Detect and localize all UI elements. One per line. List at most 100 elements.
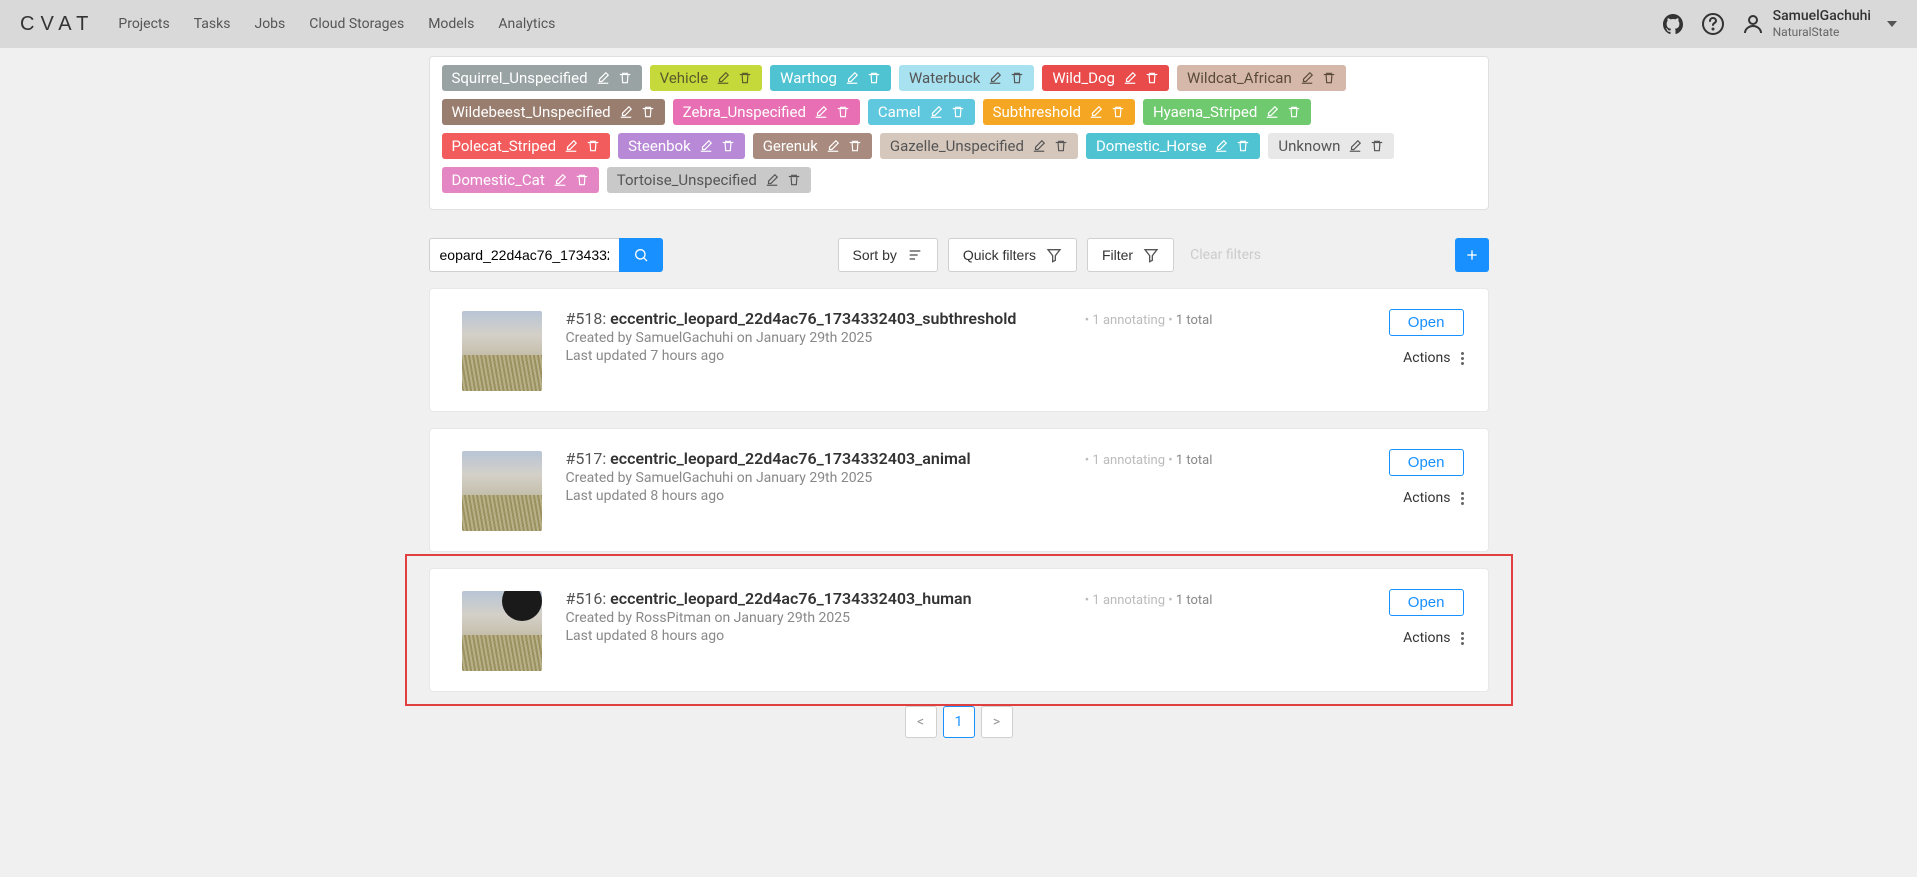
label-text: Tortoise_Unspecified xyxy=(617,171,757,189)
edit-icon[interactable] xyxy=(1300,71,1314,85)
logo[interactable]: CVAT xyxy=(20,13,94,36)
trash-icon[interactable] xyxy=(1322,71,1336,85)
edit-icon[interactable] xyxy=(1032,139,1046,153)
trash-icon[interactable] xyxy=(738,71,752,85)
user-menu[interactable]: SamuelGachuhi NaturalState xyxy=(1741,8,1897,39)
task-title[interactable]: #518: eccentric_leopard_22d4ac76_1734332… xyxy=(566,309,1061,328)
edit-icon[interactable] xyxy=(553,173,567,187)
trash-icon[interactable] xyxy=(575,173,589,187)
label-text: Wild_Dog xyxy=(1052,69,1115,87)
help-icon[interactable] xyxy=(1701,12,1725,36)
github-icon[interactable] xyxy=(1661,12,1685,36)
edit-icon[interactable] xyxy=(564,139,578,153)
nav-jobs[interactable]: Jobs xyxy=(254,16,285,32)
label-text: Subthreshold xyxy=(993,103,1081,121)
nav-analytics[interactable]: Analytics xyxy=(498,16,555,32)
trash-icon[interactable] xyxy=(1010,71,1024,85)
edit-icon[interactable] xyxy=(929,105,943,119)
stat-total: 1 total xyxy=(1176,593,1213,608)
edit-icon[interactable] xyxy=(1214,139,1228,153)
task-info: #516: eccentric_leopard_22d4ac76_1734332… xyxy=(566,589,1061,644)
edit-icon[interactable] xyxy=(988,71,1002,85)
trash-icon[interactable] xyxy=(836,105,850,119)
quick-filters-button[interactable]: Quick filters xyxy=(948,238,1077,272)
trash-icon[interactable] xyxy=(641,105,655,119)
open-button[interactable]: Open xyxy=(1389,449,1464,476)
task-thumbnail[interactable] xyxy=(462,591,542,671)
trash-icon[interactable] xyxy=(618,71,632,85)
edit-icon[interactable] xyxy=(1348,139,1362,153)
trash-icon[interactable] xyxy=(1287,105,1301,119)
trash-icon[interactable] xyxy=(1236,139,1250,153)
pagination: < 1 > xyxy=(429,706,1489,758)
main-content: Squirrel_UnspecifiedVehicleWarthogWaterb… xyxy=(409,56,1509,758)
page-prev[interactable]: < xyxy=(905,706,937,738)
trash-icon[interactable] xyxy=(867,71,881,85)
edit-icon[interactable] xyxy=(826,139,840,153)
label-chip: Hyaena_Striped xyxy=(1143,99,1311,125)
task-stats: • 1 annotating • 1 total xyxy=(1085,589,1365,608)
trash-icon[interactable] xyxy=(1145,71,1159,85)
label-chip: Camel xyxy=(868,99,975,125)
nav-projects[interactable]: Projects xyxy=(118,16,169,32)
sort-by-button[interactable]: Sort by xyxy=(838,238,938,272)
label-chip: Zebra_Unspecified xyxy=(673,99,860,125)
page-next[interactable]: > xyxy=(981,706,1013,738)
search-button[interactable] xyxy=(619,238,663,272)
label-text: Domestic_Cat xyxy=(452,171,545,189)
trash-icon[interactable] xyxy=(951,105,965,119)
trash-icon[interactable] xyxy=(1054,139,1068,153)
edit-icon[interactable] xyxy=(1265,105,1279,119)
page-1[interactable]: 1 xyxy=(943,706,975,738)
edit-icon[interactable] xyxy=(699,139,713,153)
task-card: #516: eccentric_leopard_22d4ac76_1734332… xyxy=(429,568,1489,692)
task-name: eccentric_leopard_22d4ac76_1734332403_an… xyxy=(610,449,970,468)
actions-menu[interactable]: Actions xyxy=(1403,630,1463,646)
edit-icon[interactable] xyxy=(814,105,828,119)
trash-icon[interactable] xyxy=(721,139,735,153)
task-updated: Last updated 8 hours ago xyxy=(566,628,1061,644)
task-thumbnail[interactable] xyxy=(462,311,542,391)
label-chip: Wildcat_African xyxy=(1177,65,1346,91)
task-id: #516: xyxy=(566,589,611,608)
edit-icon[interactable] xyxy=(619,105,633,119)
trash-icon[interactable] xyxy=(1370,139,1384,153)
edit-icon[interactable] xyxy=(596,71,610,85)
actions-menu[interactable]: Actions xyxy=(1403,350,1463,366)
trash-icon[interactable] xyxy=(848,139,862,153)
open-button[interactable]: Open xyxy=(1389,309,1464,336)
controls-row: Sort by Quick filters Filter Clear filte… xyxy=(429,238,1489,272)
edit-icon[interactable] xyxy=(1123,71,1137,85)
trash-icon[interactable] xyxy=(1111,105,1125,119)
label-text: Steenbok xyxy=(628,137,691,155)
label-chip: Tortoise_Unspecified xyxy=(607,167,811,193)
label-chip: Gerenuk xyxy=(753,133,872,159)
label-text: Squirrel_Unspecified xyxy=(452,69,588,87)
task-actions: Open Actions xyxy=(1389,309,1464,366)
label-chip: Domestic_Horse xyxy=(1086,133,1260,159)
edit-icon[interactable] xyxy=(845,71,859,85)
edit-icon[interactable] xyxy=(765,173,779,187)
label-chip: Warthog xyxy=(770,65,891,91)
task-title[interactable]: #516: eccentric_leopard_22d4ac76_1734332… xyxy=(566,589,1061,608)
label-text: Polecat_Striped xyxy=(452,137,557,155)
task-title[interactable]: #517: eccentric_leopard_22d4ac76_1734332… xyxy=(566,449,1061,468)
task-created: Created by RossPitman on January 29th 20… xyxy=(566,610,1061,626)
label-text: Gazelle_Unspecified xyxy=(890,137,1024,155)
edit-icon[interactable] xyxy=(1089,105,1103,119)
task-thumbnail[interactable] xyxy=(462,451,542,531)
nav-tasks[interactable]: Tasks xyxy=(194,16,231,32)
trash-icon[interactable] xyxy=(787,173,801,187)
search-input[interactable] xyxy=(429,238,619,272)
add-button[interactable] xyxy=(1455,238,1489,272)
task-id: #517: xyxy=(566,449,611,468)
filter-button[interactable]: Filter xyxy=(1087,238,1174,272)
task-stats: • 1 annotating • 1 total xyxy=(1085,309,1365,328)
nav-models[interactable]: Models xyxy=(428,16,474,32)
actions-menu[interactable]: Actions xyxy=(1403,490,1463,506)
trash-icon[interactable] xyxy=(586,139,600,153)
nav-cloud-storages[interactable]: Cloud Storages xyxy=(309,16,404,32)
open-button[interactable]: Open xyxy=(1389,589,1464,616)
edit-icon[interactable] xyxy=(716,71,730,85)
header-left: CVAT Projects Tasks Jobs Cloud Storages Mode… xyxy=(20,13,555,36)
